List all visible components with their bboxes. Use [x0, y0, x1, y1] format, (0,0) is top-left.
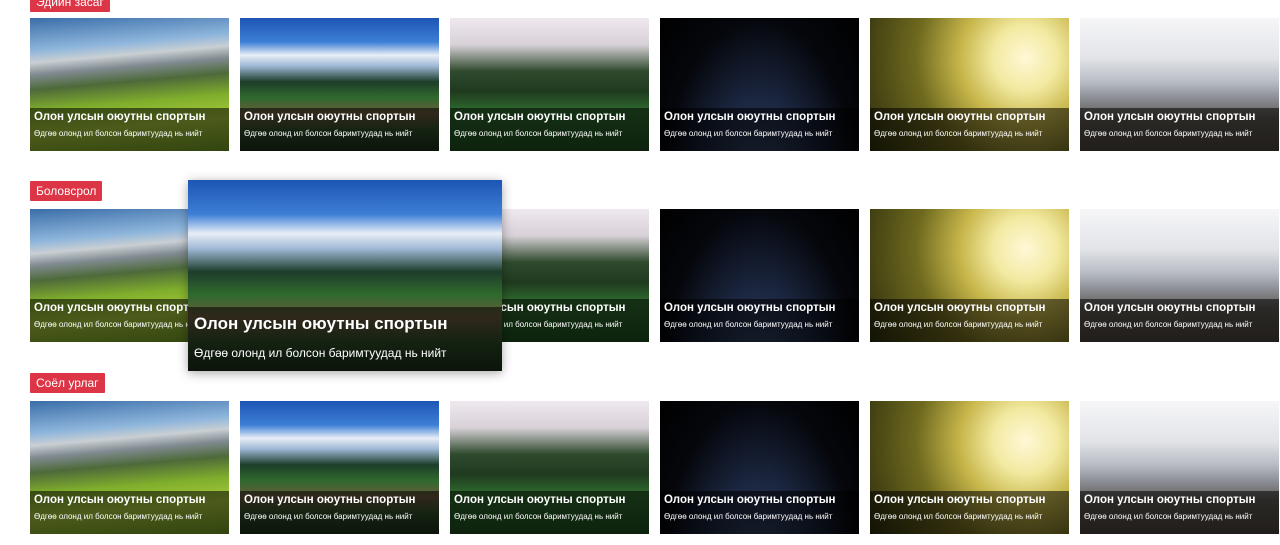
card-caption: Олон улсын оюутны спортын Өдгөө олонд ил… — [240, 491, 439, 534]
category-tag[interactable]: Соёл урлаг — [30, 373, 105, 393]
news-card[interactable]: Олон улсын оюутны спортын Өдгөө олонд ил… — [660, 401, 859, 534]
card-subtitle: Өдгөө олонд ил болсон баримтуудад нь ний… — [874, 129, 1043, 138]
news-card[interactable]: Олон улсын оюутны спортын Өдгөө олонд ил… — [30, 18, 229, 151]
card-subtitle: Өдгөө олонд ил болсон баримтуудад нь ний… — [244, 512, 413, 521]
card-subtitle: Өдгөө олонд ил болсон баримтуудад нь ний… — [244, 129, 413, 138]
card-title: Олон улсын оюутны спортын — [244, 111, 416, 123]
news-card[interactable]: Олон улсын оюутны спортын Өдгөө олонд ил… — [870, 209, 1069, 342]
card-title: Олон улсын оюутны спортын — [34, 111, 206, 123]
card-title: Олон улсын оюутны спортын — [664, 302, 836, 314]
card-caption: Олон улсын оюутны спортын Өдгөө олонд ил… — [1080, 299, 1279, 342]
category-tag[interactable]: Эдийн засаг — [30, 0, 110, 12]
card-title: Олон улсын оюутны спортын — [244, 494, 416, 506]
card-subtitle: Өдгөө олонд ил болсон баримтуудад нь ний… — [34, 129, 203, 138]
card-subtitle: Өдгөө олонд ил болсон баримтуудад нь ний… — [664, 320, 833, 329]
card-subtitle: Өдгөө олонд ил болсон баримтуудад нь ний… — [454, 512, 623, 521]
card-caption: Олон улсын оюутны спортын Өдгөө олонд ил… — [870, 108, 1069, 151]
preview-title: Олон улсын оюутны спортын — [194, 314, 448, 333]
card-subtitle: Өдгөө олонд ил болсон баримтуудад нь ний… — [664, 129, 833, 138]
news-card[interactable]: Олон улсын оюутны спортын Өдгөө олонд ил… — [450, 18, 649, 151]
news-card[interactable]: Олон улсын оюутны спортын Өдгөө олонд ил… — [1080, 401, 1279, 534]
news-card[interactable]: Олон улсын оюутны спортын Өдгөө олонд ил… — [660, 18, 859, 151]
card-subtitle: Өдгөө олонд ил болсон баримтуудад нь ний… — [664, 512, 833, 521]
card-caption: Олон улсын оюутны спортын Өдгөө олонд ил… — [30, 491, 229, 534]
card-caption: Олон улсын оюутны спортын Өдгөө олонд ил… — [450, 491, 649, 534]
card-title: Олон улсын оюутны спортын — [34, 494, 206, 506]
news-card[interactable]: Олон улсын оюутны спортын Өдгөө олонд ил… — [240, 18, 439, 151]
news-card[interactable]: Олон улсын оюутны спортын Өдгөө олонд ил… — [870, 401, 1069, 534]
preview-caption: Олон улсын оюутны спортын Өдгөө олонд ил… — [188, 307, 502, 371]
card-caption: Олон улсын оюутны спортын Өдгөө олонд ил… — [660, 108, 859, 151]
card-caption: Олон улсын оюутны спортын Өдгөө олонд ил… — [1080, 108, 1279, 151]
card-title: Олон улсын оюутны спортын — [874, 111, 1046, 123]
card-title: Олон улсын оюутны спортын — [454, 111, 626, 123]
news-card[interactable]: Олон улсын оюутны спортын Өдгөө олонд ил… — [240, 401, 439, 534]
card-title: Олон улсын оюутны спортын — [1084, 494, 1256, 506]
card-subtitle: Өдгөө олонд ил болсон баримтуудад нь ний… — [34, 512, 203, 521]
card-title: Олон улсын оюутны спортын — [664, 111, 836, 123]
card-subtitle: Өдгөө олонд ил болсон баримтуудад нь ний… — [1084, 512, 1253, 521]
news-card[interactable]: Олон улсын оюутны спортын Өдгөө олонд ил… — [450, 401, 649, 534]
card-row: Олон улсын оюутны спортын Өдгөө олонд ил… — [30, 18, 1280, 151]
card-subtitle: Өдгөө олонд ил болсон баримтуудад нь ний… — [1084, 129, 1253, 138]
card-caption: Олон улсын оюутны спортын Өдгөө олонд ил… — [1080, 491, 1279, 534]
category-tag[interactable]: Боловсрол — [30, 181, 103, 201]
card-title: Олон улсын оюутны спортын — [1084, 302, 1256, 314]
card-caption: Олон улсын оюутны спортын Өдгөө олонд ил… — [240, 108, 439, 151]
card-title: Олон улсын оюутны спортын — [454, 494, 626, 506]
card-title: Олон улсын оюутны спортын — [874, 494, 1046, 506]
card-title: Олон улсын оюутны спортын — [1084, 111, 1256, 123]
card-title: Олон улсын оюутны спортын — [874, 302, 1046, 314]
card-subtitle: Өдгөө олонд ил болсон баримтуудад нь ний… — [874, 512, 1043, 521]
preview-subtitle: Өдгөө олонд ил болсон баримтуудад нь ний… — [194, 346, 447, 360]
card-caption: Олон улсын оюутны спортын Өдгөө олонд ил… — [660, 491, 859, 534]
news-card[interactable]: Олон улсын оюутны спортын Өдгөө олонд ил… — [1080, 18, 1279, 151]
card-subtitle: Өдгөө олонд ил болсон баримтуудад нь ний… — [454, 129, 623, 138]
hover-preview-card[interactable]: Олон улсын оюутны спортын Өдгөө олонд ил… — [188, 180, 502, 371]
card-subtitle: Өдгөө олонд ил болсон баримтуудад нь ний… — [1084, 320, 1253, 329]
news-card[interactable]: Олон улсын оюутны спортын Өдгөө олонд ил… — [1080, 209, 1279, 342]
news-card[interactable]: Олон улсын оюутны спортын Өдгөө олонд ил… — [30, 401, 229, 534]
card-title: Олон улсын оюутны спортын — [664, 494, 836, 506]
card-caption: Олон улсын оюутны спортын Өдгөө олонд ил… — [30, 108, 229, 151]
card-caption: Олон улсын оюутны спортын Өдгөө олонд ил… — [870, 491, 1069, 534]
card-row: Олон улсын оюутны спортын Өдгөө олонд ил… — [30, 401, 1280, 534]
card-caption: Олон улсын оюутны спортын Өдгөө олонд ил… — [870, 299, 1069, 342]
card-caption: Олон улсын оюутны спортын Өдгөө олонд ил… — [450, 108, 649, 151]
card-caption: Олон улсын оюутны спортын Өдгөө олонд ил… — [660, 299, 859, 342]
card-subtitle: Өдгөө олонд ил болсон баримтуудад нь ний… — [874, 320, 1043, 329]
news-card[interactable]: Олон улсын оюутны спортын Өдгөө олонд ил… — [870, 18, 1069, 151]
news-card[interactable]: Олон улсын оюутны спортын Өдгөө олонд ил… — [660, 209, 859, 342]
